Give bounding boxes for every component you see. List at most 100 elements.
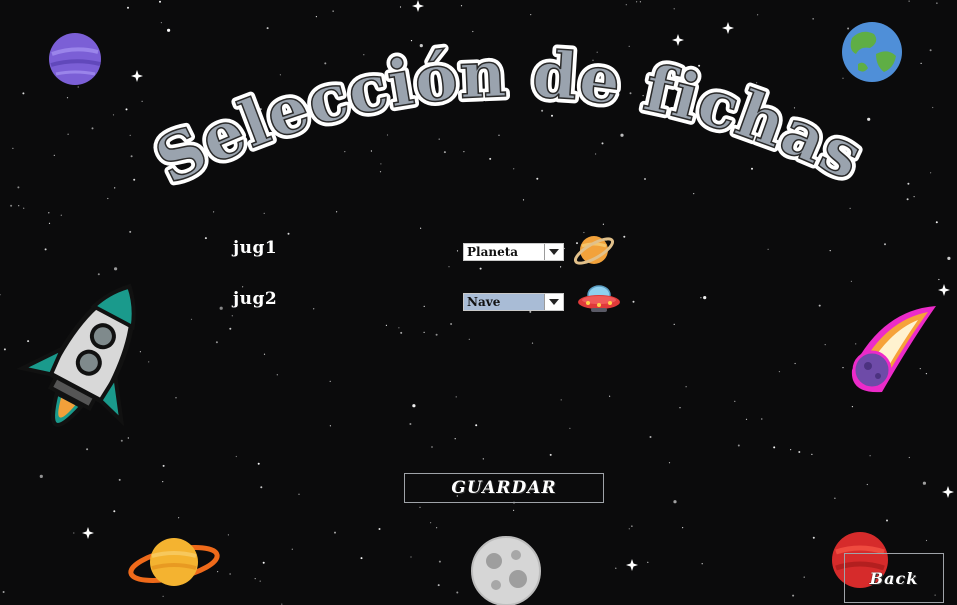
chevron-down-icon[interactable] <box>544 244 563 260</box>
star <box>925 539 928 542</box>
star <box>803 576 805 578</box>
star <box>231 315 233 317</box>
star <box>454 438 456 440</box>
star <box>235 455 237 458</box>
star <box>682 527 684 529</box>
star <box>811 453 813 455</box>
star <box>798 451 801 453</box>
star <box>118 478 121 481</box>
star <box>262 561 265 564</box>
ufo-icon <box>578 285 620 312</box>
star <box>475 424 478 427</box>
comet-icon <box>851 306 936 393</box>
star <box>824 344 826 346</box>
star <box>908 456 910 459</box>
star <box>313 308 315 310</box>
star <box>468 338 470 340</box>
star <box>631 525 633 527</box>
star <box>410 556 412 558</box>
ringed-planet-icon <box>128 538 220 586</box>
star <box>113 510 116 513</box>
star <box>242 286 244 288</box>
star <box>673 500 677 504</box>
star <box>818 304 821 307</box>
save-button[interactable]: GUARDAR <box>404 473 604 503</box>
player2-label: jug2 <box>233 289 278 309</box>
star <box>254 578 256 580</box>
moon-icon <box>471 536 541 605</box>
star <box>423 305 425 307</box>
star <box>455 396 457 398</box>
saturn-icon <box>573 236 615 265</box>
star <box>531 342 534 344</box>
earth-icon <box>842 22 902 82</box>
star <box>778 371 781 373</box>
star <box>229 573 231 575</box>
star <box>790 449 792 451</box>
star <box>409 423 412 425</box>
star <box>360 557 363 560</box>
star <box>39 474 43 478</box>
player1-piece-select[interactable]: Planeta <box>463 243 564 261</box>
star <box>609 395 611 397</box>
star <box>276 374 278 376</box>
svg-text:Selección de fichas: Selección de fichas <box>144 37 874 200</box>
player1-piece-value: Planeta <box>467 245 519 259</box>
star <box>215 341 218 344</box>
star <box>398 327 400 329</box>
star <box>263 353 266 355</box>
star <box>257 462 260 465</box>
star <box>456 250 459 252</box>
star <box>685 386 687 388</box>
player2-piece-value: Nave <box>467 295 501 309</box>
star <box>615 567 617 569</box>
star <box>227 534 229 536</box>
star <box>866 483 868 486</box>
sparkle-star <box>626 559 638 571</box>
star <box>175 397 177 399</box>
star <box>400 331 403 334</box>
star <box>438 560 441 563</box>
star <box>761 418 763 420</box>
star <box>385 324 387 326</box>
star <box>737 444 740 447</box>
star <box>829 250 831 252</box>
star <box>298 493 300 495</box>
star <box>436 527 438 529</box>
purple-planet-icon <box>49 33 101 85</box>
star <box>334 531 336 534</box>
star <box>560 266 562 268</box>
star <box>479 267 482 270</box>
star <box>560 399 562 401</box>
player2-piece-select[interactable]: Nave <box>463 293 564 311</box>
star <box>794 362 796 365</box>
star <box>668 462 671 464</box>
star <box>851 406 854 408</box>
star <box>190 318 193 320</box>
star <box>178 517 180 519</box>
star <box>329 425 331 427</box>
star <box>0 294 1 296</box>
star <box>938 278 940 281</box>
star <box>219 306 223 310</box>
star <box>513 509 515 511</box>
star <box>419 506 421 508</box>
star <box>431 446 433 448</box>
save-button-label: GUARDAR <box>451 478 557 498</box>
star <box>700 297 702 299</box>
star <box>834 497 836 499</box>
star <box>632 300 635 303</box>
star <box>792 594 795 597</box>
back-button[interactable]: Back <box>844 553 944 603</box>
star <box>482 458 484 460</box>
star <box>437 584 440 587</box>
player1-label: jug1 <box>233 238 278 258</box>
star <box>291 548 293 550</box>
star <box>673 323 675 325</box>
chevron-down-icon[interactable] <box>544 294 563 310</box>
star <box>450 323 453 325</box>
star <box>412 404 416 408</box>
star <box>73 532 75 534</box>
star <box>773 446 776 449</box>
rocket-icon <box>16 283 136 427</box>
